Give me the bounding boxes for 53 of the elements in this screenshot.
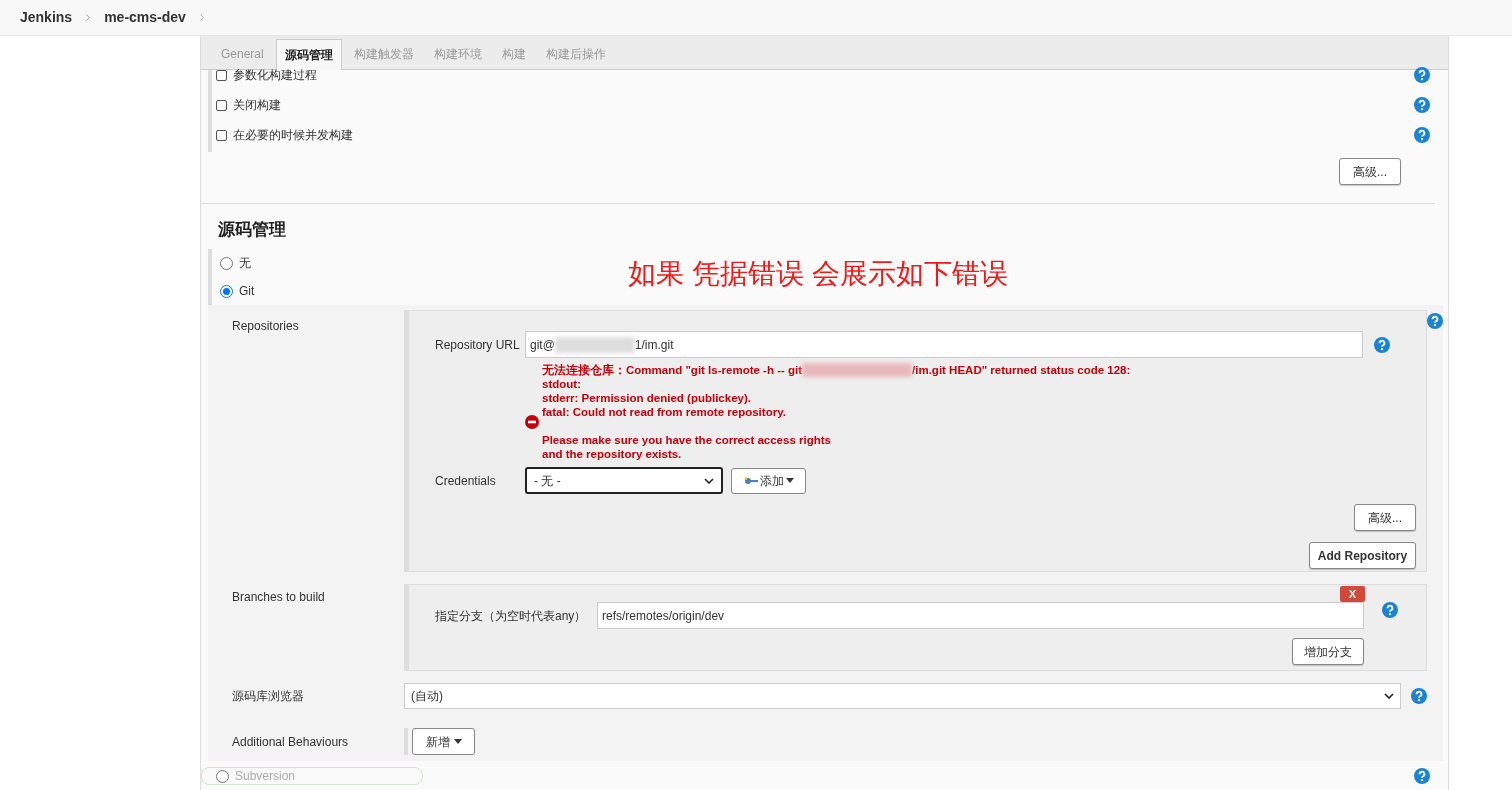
chevron-icon: [1384, 692, 1394, 699]
field-label: Repository URL: [435, 336, 521, 354]
radio-button[interactable]: [220, 284, 233, 298]
error-message: stdout: stderr: Permission denied (publickey). fatal: Could not read from remote repository. Please make sure you have the correct access rights and the repository exists.: [542, 377, 832, 461]
field-label: Branches to build: [231, 589, 326, 606]
checkbox[interactable]: [216, 129, 227, 141]
credentials-select[interactable]: - 无 -: [525, 467, 723, 494]
help-icon[interactable]: [1414, 768, 1430, 784]
help-icon[interactable]: [1374, 336, 1390, 353]
help-icon[interactable]: [1427, 313, 1443, 329]
section-heading: 源码管理: [217, 219, 287, 241]
chevron-icon: [199, 14, 204, 21]
chevron-icon: [704, 477, 714, 484]
help-icon[interactable]: [1414, 127, 1430, 143]
chevron-icon: [86, 14, 91, 21]
help-icon[interactable]: [1411, 687, 1427, 704]
help-icon[interactable]: [1382, 602, 1398, 618]
field-label: Credentials: [435, 472, 497, 490]
caret-icon: [453, 739, 462, 744]
tab[interactable]: 源码管理: [275, 39, 342, 70]
option-label: 无: [239, 255, 251, 272]
radio-button[interactable]: [220, 256, 233, 270]
checkbox[interactable]: [216, 99, 227, 111]
branch-field[interactable]: refs/remotes/origin/dev: [597, 602, 1364, 629]
annotation-text: 如果 凭据错误 会展示如下错误: [628, 257, 1008, 291]
add-credentials-button[interactable]: 添加: [731, 467, 806, 494]
browser-select[interactable]: (自动): [404, 682, 1401, 709]
radio-button[interactable]: [216, 769, 229, 783]
error-icon: [525, 415, 539, 429]
add-repository-button[interactable]: Add Repository: [1309, 542, 1416, 569]
option-label: 在必要的时候并发构建: [233, 127, 354, 144]
advanced-button[interactable]: 高级...: [1354, 504, 1416, 531]
url-field[interactable]: git@ 1/im.git: [525, 331, 1363, 358]
add-behaviour-button[interactable]: 新增: [412, 728, 475, 755]
help-icon[interactable]: [1414, 67, 1430, 83]
option-label: Subversion: [235, 768, 296, 785]
option-label: Git: [239, 283, 255, 300]
option-label: 关闭构建: [233, 97, 282, 114]
field-label: Additional Behaviours: [231, 733, 350, 751]
error-message: 无法连接仓库：Command "git ls-remote -h -- git /im.git HEAD" returned status code 128:: [542, 363, 1131, 377]
key-icon: [743, 476, 758, 485]
help-icon[interactable]: [1414, 97, 1430, 113]
field-label: 源码库浏览器: [231, 687, 305, 705]
breadcrumb-link[interactable]: me-cms-dev: [104, 7, 186, 28]
field-label: Repositories: [231, 318, 300, 335]
checkbox[interactable]: [216, 69, 227, 81]
advanced-button[interactable]: 高级...: [1339, 158, 1401, 185]
option-label: 参数化构建过程: [233, 67, 318, 84]
caret-icon: [785, 478, 794, 483]
delete-button[interactable]: X: [1340, 586, 1365, 602]
add-branch-button[interactable]: 增加分支: [1292, 638, 1364, 665]
breadcrumb-link[interactable]: Jenkins: [20, 7, 73, 28]
field-label: 指定分支（为空时代表any）: [435, 607, 588, 625]
